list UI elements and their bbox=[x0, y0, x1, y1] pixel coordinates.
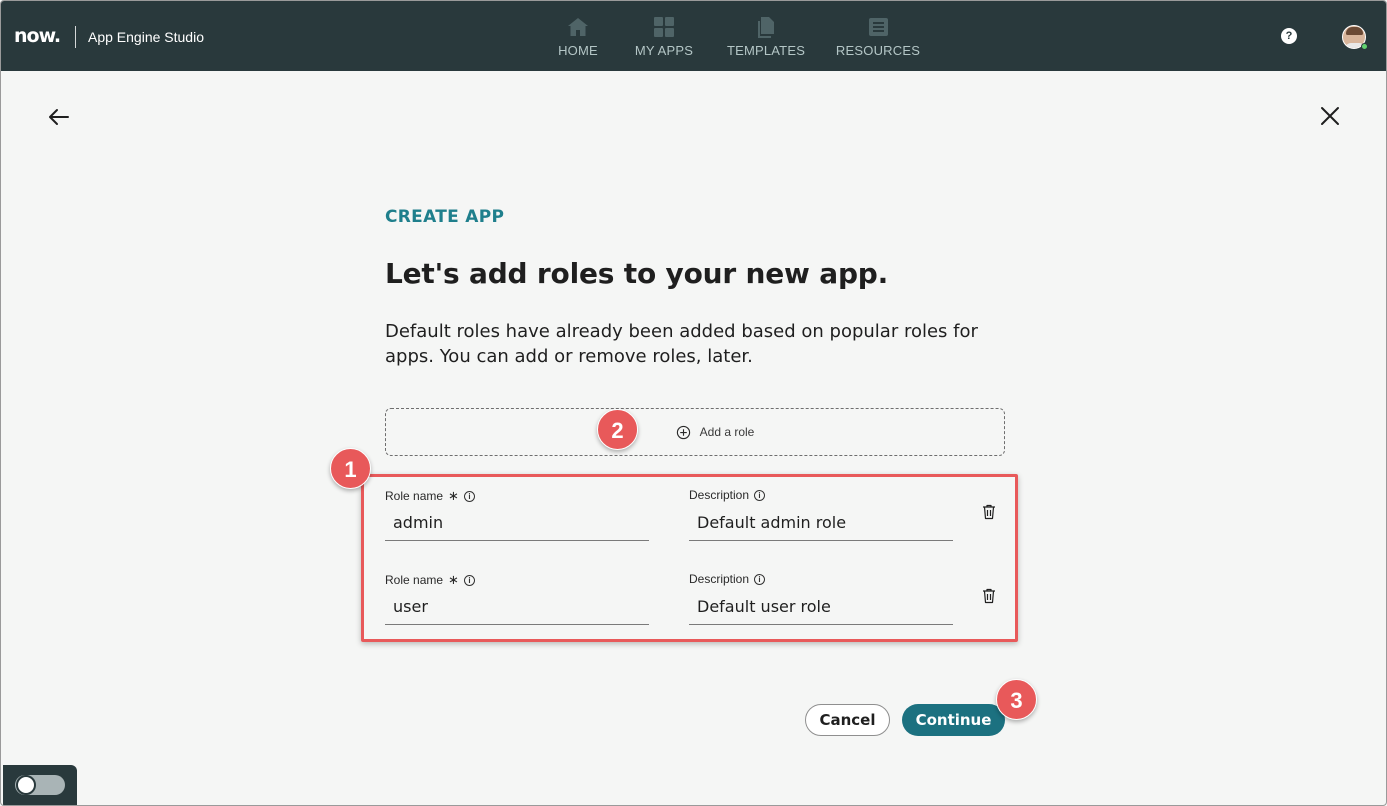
online-status-indicator bbox=[1361, 43, 1368, 50]
description-input[interactable] bbox=[689, 505, 953, 541]
app-window: now. App Engine Studio HOME MY APPS TEMP… bbox=[0, 0, 1387, 806]
description-label: Description i bbox=[689, 572, 766, 586]
plus-circle-icon bbox=[676, 425, 690, 439]
page-description: Default roles have already been added ba… bbox=[385, 321, 978, 367]
trash-icon[interactable] bbox=[982, 504, 996, 520]
role-name-label: Role name ∗ i bbox=[385, 572, 475, 588]
role-name-label-text: Role name bbox=[385, 489, 444, 503]
create-app-eyebrow: CREATE APP bbox=[385, 207, 505, 227]
description-label-text: Description bbox=[689, 572, 750, 586]
role-name-input[interactable] bbox=[385, 589, 649, 625]
role-name-label: Role name ∗ i bbox=[385, 488, 475, 504]
nav-item-home[interactable]: HOME bbox=[552, 1, 604, 71]
role-name-label-text: Role name bbox=[385, 573, 444, 587]
info-icon[interactable]: i bbox=[754, 489, 766, 501]
role-name-input[interactable] bbox=[385, 505, 649, 541]
add-role-button[interactable]: Add a role bbox=[385, 408, 1005, 456]
nav-item-resources[interactable]: RESOURCES bbox=[835, 1, 921, 71]
help-icon[interactable]: ? bbox=[1281, 28, 1297, 44]
info-icon[interactable]: i bbox=[463, 490, 475, 502]
trash-icon[interactable] bbox=[982, 588, 996, 604]
close-icon[interactable] bbox=[1319, 105, 1341, 127]
description-input[interactable] bbox=[689, 589, 953, 625]
add-role-label: Add a role bbox=[699, 425, 755, 439]
required-asterisk: ∗ bbox=[448, 488, 459, 503]
templates-icon bbox=[758, 17, 774, 38]
toggle-container bbox=[3, 765, 77, 805]
info-icon[interactable]: i bbox=[463, 574, 475, 586]
avatar-hair bbox=[1346, 27, 1363, 35]
callout-badge-3: 3 bbox=[996, 679, 1037, 720]
servicenow-logo[interactable]: now. bbox=[14, 25, 61, 47]
nav-label-my-apps: MY APPS bbox=[634, 43, 694, 58]
grid-icon bbox=[654, 17, 674, 37]
description-label-text: Description bbox=[689, 488, 750, 502]
info-icon[interactable]: i bbox=[754, 573, 766, 585]
nav-item-my-apps[interactable]: MY APPS bbox=[632, 1, 696, 71]
logo-text: now. bbox=[14, 25, 61, 47]
resources-icon bbox=[869, 18, 888, 36]
required-asterisk: ∗ bbox=[448, 572, 459, 587]
nav-label-resources: RESOURCES bbox=[835, 43, 921, 58]
theme-toggle[interactable] bbox=[15, 775, 65, 795]
app-title: App Engine Studio bbox=[88, 29, 204, 45]
callout-badge-2: 2 bbox=[597, 409, 638, 450]
logo-divider bbox=[75, 26, 76, 48]
callout-badge-1: 1 bbox=[330, 448, 371, 489]
toggle-knob bbox=[16, 775, 36, 795]
cancel-button[interactable]: Cancel bbox=[805, 704, 890, 736]
top-navigation-bar: now. App Engine Studio HOME MY APPS TEMP… bbox=[1, 1, 1386, 71]
nav-item-templates[interactable]: TEMPLATES bbox=[727, 1, 805, 71]
home-icon bbox=[568, 18, 588, 36]
page-title: Let's add roles to your new app. bbox=[385, 257, 889, 290]
nav-label-home: HOME bbox=[558, 43, 598, 58]
nav-label-templates: TEMPLATES bbox=[726, 43, 806, 58]
continue-button[interactable]: Continue bbox=[902, 704, 1005, 736]
back-arrow-icon[interactable] bbox=[47, 105, 71, 129]
description-label: Description i bbox=[689, 488, 766, 502]
